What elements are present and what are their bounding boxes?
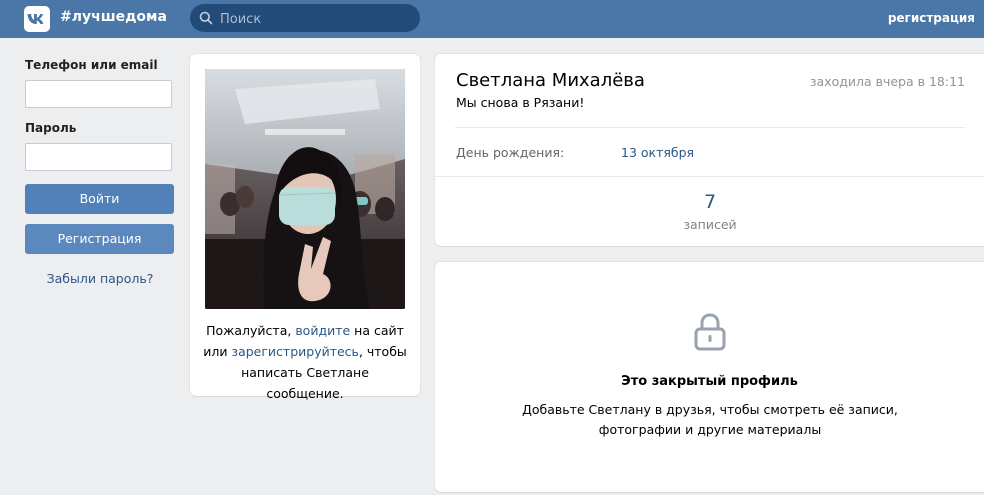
- profile-photo[interactable]: [205, 69, 405, 309]
- closed-profile-title: Это закрытый профиль: [621, 374, 798, 389]
- lock-icon: [694, 313, 726, 351]
- forgot-password-link[interactable]: Забыли пароль?: [25, 271, 175, 286]
- search-box[interactable]: [190, 4, 420, 32]
- closed-profile-card: Это закрытый профиль Добавьте Светлану в…: [435, 262, 984, 492]
- birthday-label: День рождения:: [456, 145, 565, 160]
- register-button[interactable]: Регистрация: [25, 224, 174, 254]
- birthday-value[interactable]: 13 октября: [621, 145, 694, 160]
- posts-count[interactable]: 7: [635, 191, 785, 213]
- profile-info-card: Светлана Михалёва заходила вчера в 18:11…: [435, 54, 984, 246]
- phone-label: Телефон или email: [25, 58, 158, 72]
- profile-status: Мы снова в Рязани!: [456, 95, 585, 110]
- hashtag-link[interactable]: #лучшедома: [60, 9, 167, 25]
- login-button[interactable]: Войти: [25, 184, 174, 214]
- password-field[interactable]: [25, 143, 172, 171]
- prompt-text-prefix: Пожалуйста,: [206, 323, 296, 338]
- login-form: Телефон или email Пароль Войти Регистрац…: [25, 58, 175, 286]
- search-input[interactable]: [218, 9, 412, 29]
- register-link[interactable]: зарегистрируйтесь: [231, 344, 359, 359]
- password-label: Пароль: [25, 121, 77, 135]
- closed-profile-description: Добавьте Светлану в друзья, чтобы смотре…: [522, 402, 898, 437]
- divider: [435, 176, 984, 177]
- phone-email-field[interactable]: [25, 80, 172, 108]
- header-register-link[interactable]: регистрация: [888, 11, 975, 25]
- login-link[interactable]: войдите: [295, 323, 350, 338]
- last-seen-text: заходила вчера в 18:11: [809, 74, 965, 89]
- posts-count-label[interactable]: записей: [635, 217, 785, 232]
- login-prompt-text: Пожалуйста, войдите на сайт или зарегист…: [202, 320, 408, 404]
- profile-photo-card: Пожалуйста, войдите на сайт или зарегист…: [190, 54, 420, 401]
- divider: [455, 127, 965, 128]
- profile-name: Светлана Михалёва: [456, 70, 645, 91]
- search-icon: [199, 11, 213, 25]
- vk-logo-icon[interactable]: [24, 6, 50, 32]
- top-header: #лучшедома регистрация: [0, 0, 984, 38]
